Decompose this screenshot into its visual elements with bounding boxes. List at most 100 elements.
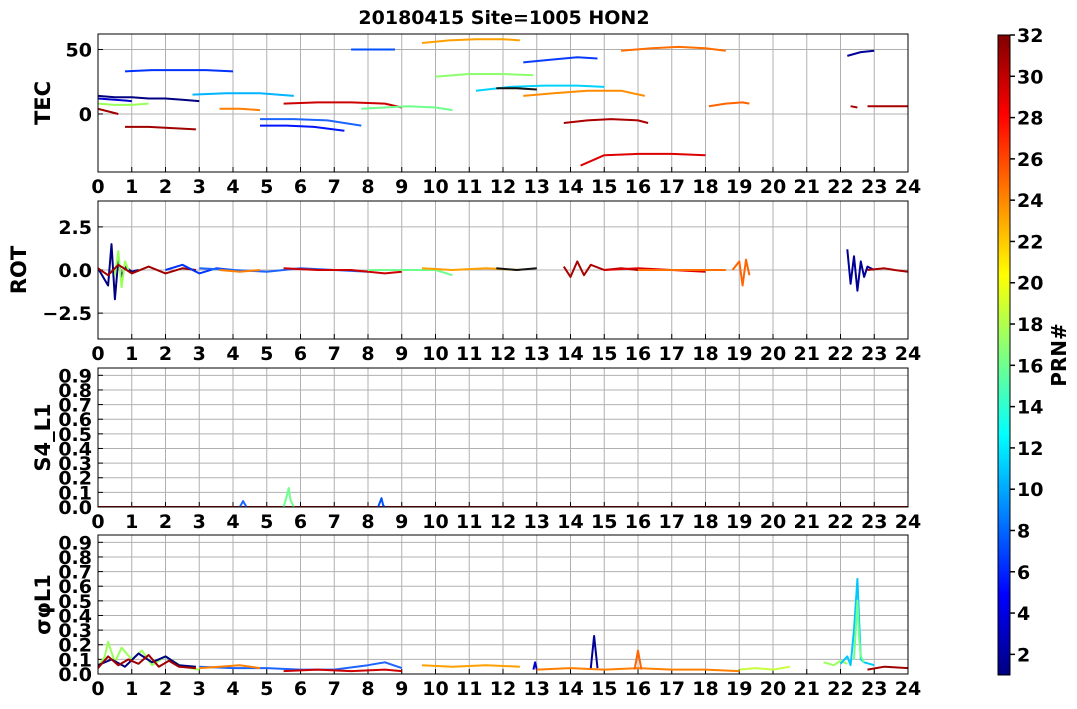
x-tick-label: 15 [591,678,617,700]
x-tick-label: 10 [422,343,448,365]
x-tick-label: 7 [328,511,341,533]
x-tick-label: 14 [557,678,583,700]
colorbar-tick-label: 14 [1017,397,1043,419]
x-tick-label: 4 [226,678,239,700]
x-tick-label: 18 [692,511,718,533]
x-tick-label: 22 [827,343,853,365]
colorbar-tick-label: 26 [1017,149,1043,171]
y-axis-label: ROT [7,245,31,294]
x-tick-label: 18 [692,176,718,198]
x-tick-label: 4 [226,176,239,198]
x-tick-label: 5 [260,511,273,533]
x-tick-label: 2 [159,176,172,198]
x-tick-label: 0 [91,511,104,533]
colorbar-label: PRN# [1047,323,1071,387]
x-tick-label: 20 [760,678,786,700]
x-tick-label: 13 [524,176,550,198]
y-tick-label: 0 [79,104,92,126]
x-tick-label: 19 [726,511,752,533]
colorbar-tick-label: 4 [1017,603,1030,625]
colorbar-gradient [997,34,1011,676]
x-tick-label: 7 [328,343,341,365]
x-tick-label: 13 [524,343,550,365]
x-tick-label: 24 [895,511,921,533]
x-tick-label: 15 [591,176,617,198]
x-tick-label: 17 [659,511,685,533]
x-tick-label: 22 [827,678,853,700]
x-tick-label: 0 [91,176,104,198]
panel-tec: 0 1 2 3 4 5 6 7 8 9 10 11 12 13 14 15 16 17 18 19 20 21 22 23 24… [31,33,921,198]
colorbar-tick-label: 24 [1017,190,1043,212]
x-tick-label: 9 [395,343,408,365]
x-tick-label: 18 [692,678,718,700]
x-tick-label: 18 [692,343,718,365]
x-tick-label: 7 [328,678,341,700]
x-tick-label: 12 [490,176,516,198]
x-tick-label: 23 [861,678,887,700]
x-tick-label: 6 [294,176,307,198]
x-tick-label: 23 [861,511,887,533]
x-tick-label: 13 [524,511,550,533]
x-tick-label: 12 [490,678,516,700]
x-tick-label: 21 [794,511,820,533]
x-tick-label: 17 [659,176,685,198]
x-tick-label: 20 [760,511,786,533]
x-tick-label: 10 [422,678,448,700]
x-tick-label: 3 [193,176,206,198]
x-tick-label: 9 [395,678,408,700]
x-tick-label: 8 [361,511,374,533]
x-tick-label: 2 [159,343,172,365]
series-line [421,664,520,668]
colorbar-tick-label: 12 [1017,438,1043,460]
x-tick-label: 15 [591,511,617,533]
x-tick-label: 8 [361,176,374,198]
x-tick-label: 15 [591,343,617,365]
colorbar-tick-label: 32 [1017,25,1043,47]
colorbar-tick-label: 22 [1017,231,1043,253]
colorbar-ticks: 2468101214161820222426283032 [1010,25,1043,666]
chart-title: 20180415 Site=1005 HON2 [358,7,649,29]
x-tick-label: 24 [895,343,921,365]
x-tick-label: 3 [193,511,206,533]
x-tick-label: 17 [659,343,685,365]
x-tick-label: 22 [827,176,853,198]
x-tick-label: 1 [125,678,138,700]
x-tick-label: 3 [193,678,206,700]
x-tick-label: 12 [490,511,516,533]
x-tick-label: 7 [328,176,341,198]
x-tick-label: 6 [294,343,307,365]
x-tick-label: 9 [395,176,408,198]
y-axis-label: σφL1 [31,574,55,635]
x-tick-label: 6 [294,678,307,700]
figure: 20180415 Site=1005 HON2 0 1 2 3 4 5 6 7 8 9 10 11 12… [7,7,1071,700]
y-axis-label: TEC [31,81,55,125]
colorbar-tick-label: 16 [1017,355,1043,377]
x-tick-label: 6 [294,511,307,533]
chart-panels: 0 1 2 3 4 5 6 7 8 9 10 11 12 13 14 15 16 17 18 19 20 21 22 23 24… [7,33,921,700]
y-tick-label: 0.0 [58,260,92,282]
colorbar-tick-label: 2 [1017,644,1030,666]
x-tick-label: 11 [456,343,482,365]
colorbar-tick-label: 30 [1017,66,1043,88]
x-tick-label: 1 [125,343,138,365]
panel-sigma-phi-l1: 0 1 2 3 4 5 6 7 8 9 10 11 12 13 14 15 16 17 18 19 20 21 22 23 24… [31,532,921,700]
x-tick-label: 1 [125,511,138,533]
series-line [850,105,858,109]
x-tick-label: 17 [659,678,685,700]
x-tick-label: 23 [861,176,887,198]
x-tick-label: 2 [159,511,172,533]
x-tick-label: 16 [625,176,651,198]
x-tick-label: 16 [625,343,651,365]
x-tick-label: 14 [557,511,583,533]
y-tick-label: −2.5 [42,303,92,325]
x-tick-label: 21 [794,343,820,365]
x-tick-label: 0 [91,343,104,365]
y-axis-label: S4_L1 [31,403,55,471]
x-tick-label: 5 [260,343,273,365]
x-tick-label: 19 [726,176,752,198]
x-tick-label: 19 [726,678,752,700]
colorbar-tick-label: 28 [1017,108,1043,130]
y-tick-label: 50 [66,39,92,61]
x-tick-label: 21 [794,176,820,198]
x-tick-label: 20 [760,176,786,198]
